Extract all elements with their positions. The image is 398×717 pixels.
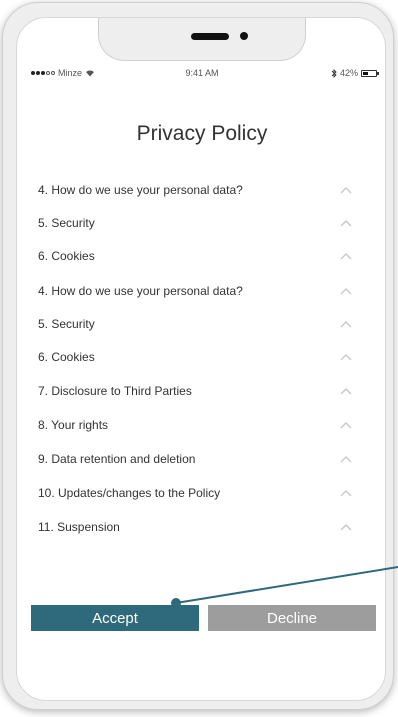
policy-item-label: 5. Security xyxy=(38,216,95,230)
policy-item-label: 10. Updates/changes to the Policy xyxy=(38,486,221,500)
chevron-up-icon[interactable] xyxy=(340,386,352,396)
chevron-up-icon[interactable] xyxy=(340,522,352,532)
policy-item[interactable]: 8. Your rights xyxy=(38,413,358,437)
policy-item-label: 5. Security xyxy=(38,317,95,331)
speaker-icon xyxy=(191,33,229,40)
chevron-up-icon[interactable] xyxy=(340,185,352,195)
chevron-up-icon[interactable] xyxy=(340,352,352,362)
chevron-up-icon[interactable] xyxy=(340,454,352,464)
policy-item[interactable]: 6. Cookies xyxy=(38,345,358,369)
chevron-up-icon[interactable] xyxy=(340,319,352,329)
policy-item-label: 4. How do we use your personal data? xyxy=(38,284,243,298)
policy-item[interactable]: 11. Suspension xyxy=(38,515,358,539)
chevron-up-icon[interactable] xyxy=(340,420,352,430)
policy-item-label: 11. Suspension xyxy=(38,520,120,534)
decline-button[interactable]: Decline xyxy=(208,605,376,631)
policy-item[interactable]: 6. Cookies xyxy=(38,244,358,268)
bluetooth-icon xyxy=(331,68,337,78)
status-bar: Minze 9:41 AM 42% xyxy=(17,66,385,82)
policy-item-label: 7. Disclosure to Third Parties xyxy=(38,384,192,398)
policy-item[interactable]: 7. Disclosure to Third Parties xyxy=(38,379,358,403)
policy-item-label: 9. Data retention and deletion xyxy=(38,452,196,466)
policy-item[interactable]: 9. Data retention and deletion xyxy=(38,447,358,471)
chevron-up-icon[interactable] xyxy=(340,218,352,228)
battery-icon xyxy=(361,69,379,77)
accept-button[interactable]: Accept xyxy=(31,605,199,631)
status-right: 42% xyxy=(331,68,379,78)
chevron-up-icon[interactable] xyxy=(340,488,352,498)
policy-item[interactable]: 5. Security xyxy=(38,312,358,336)
battery-level-fill xyxy=(363,71,368,75)
chevron-up-icon[interactable] xyxy=(340,251,352,261)
policy-item[interactable]: 10. Updates/changes to the Policy xyxy=(38,481,358,505)
policy-item[interactable]: 4. How do we use your personal data? xyxy=(38,178,358,202)
policy-item-label: 6. Cookies xyxy=(38,350,95,364)
policy-item-label: 4. How do we use your personal data? xyxy=(38,183,243,197)
policy-item[interactable]: 5. Security xyxy=(38,211,358,235)
camera-icon xyxy=(240,32,248,40)
policy-item-label: 8. Your rights xyxy=(38,418,109,432)
policy-item-label: 6. Cookies xyxy=(38,249,95,263)
policy-item[interactable]: 4. How do we use your personal data? xyxy=(38,279,358,303)
screen: Minze 9:41 AM 42% Privacy Policy 4. How … xyxy=(0,0,398,717)
phone-notch xyxy=(98,18,306,61)
chevron-up-icon[interactable] xyxy=(340,286,352,296)
page-title: Privacy Policy xyxy=(136,122,268,145)
battery-percent: 42% xyxy=(339,68,358,78)
